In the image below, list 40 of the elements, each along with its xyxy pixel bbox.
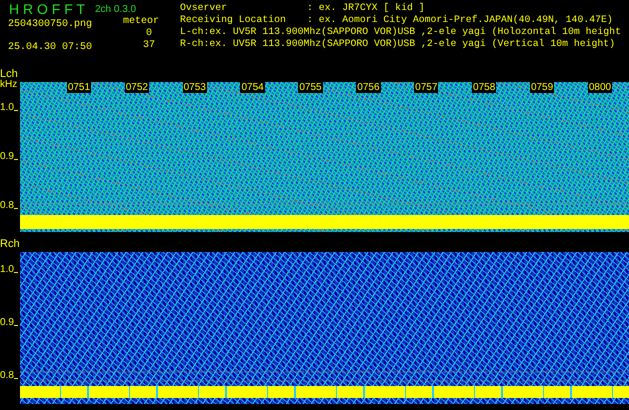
time-label: 0752 — [124, 82, 149, 93]
app-version: 2ch 0.3.0 — [94, 4, 136, 14]
axis-tick-label: 1.0 — [0, 102, 14, 114]
axis-tick-label: 0.9 — [0, 151, 14, 163]
time-label: 0758 — [472, 82, 496, 93]
channel-label: Rch — [0, 238, 20, 250]
time-label: 0754 — [240, 82, 265, 93]
tick-mark — [14, 272, 18, 273]
unit-label: kHz — [0, 80, 18, 90]
time-label: 0755 — [298, 82, 323, 93]
info-label: Receiving Location — [180, 14, 287, 26]
info-label: Ovserver — [180, 2, 228, 14]
axis-tick-label: 0.8 — [0, 370, 14, 382]
tick-mark — [14, 110, 18, 111]
meteor-label: meteor — [123, 16, 160, 28]
time-label: 0751 — [66, 82, 92, 93]
time-label: 0753 — [182, 82, 207, 93]
info-value: ex. UV5R 113.900Mhz(SAPPORO VOR)USB ,2-ele yagi (Vertical 10m height) — [209, 38, 616, 50]
info-label: R-ch: — [180, 38, 210, 50]
meteor-count: 37 — [142, 40, 156, 52]
timestamp: 25.04.30 07:50 — [8, 42, 94, 53]
meteor-count: 0 — [145, 28, 152, 40]
tick-mark — [14, 208, 18, 209]
tick-mark — [14, 159, 18, 160]
info-value: : ex. Aomori City Aomori-Pref.JAPAN(40.49N, 140.47E) — [307, 14, 613, 26]
app-title: H R O F F T — [9, 1, 85, 17]
info-value: ex. UV5R 113.900Mhz(SAPPORO VOR)USB ,2-ele yagi (Holozontal 10m height — [209, 26, 621, 38]
info-value: : ex. JR7CYX [ kid ] — [307, 2, 425, 14]
axis-tick-label: 1.0 — [0, 264, 14, 276]
axis-tick-label: 0.8 — [0, 200, 14, 212]
info-label: L-ch: — [180, 26, 210, 38]
time-label: 0757 — [414, 82, 438, 93]
tick-mark — [14, 325, 18, 326]
axis-tick-label: 0.9 — [0, 317, 14, 329]
time-label: 0759 — [530, 82, 554, 93]
file-name: 2504300750.png — [8, 19, 94, 30]
time-label: 0756 — [356, 82, 381, 93]
tick-mark — [14, 378, 18, 379]
channel-label: Lch — [0, 68, 19, 80]
time-label: 0800 — [588, 82, 612, 93]
